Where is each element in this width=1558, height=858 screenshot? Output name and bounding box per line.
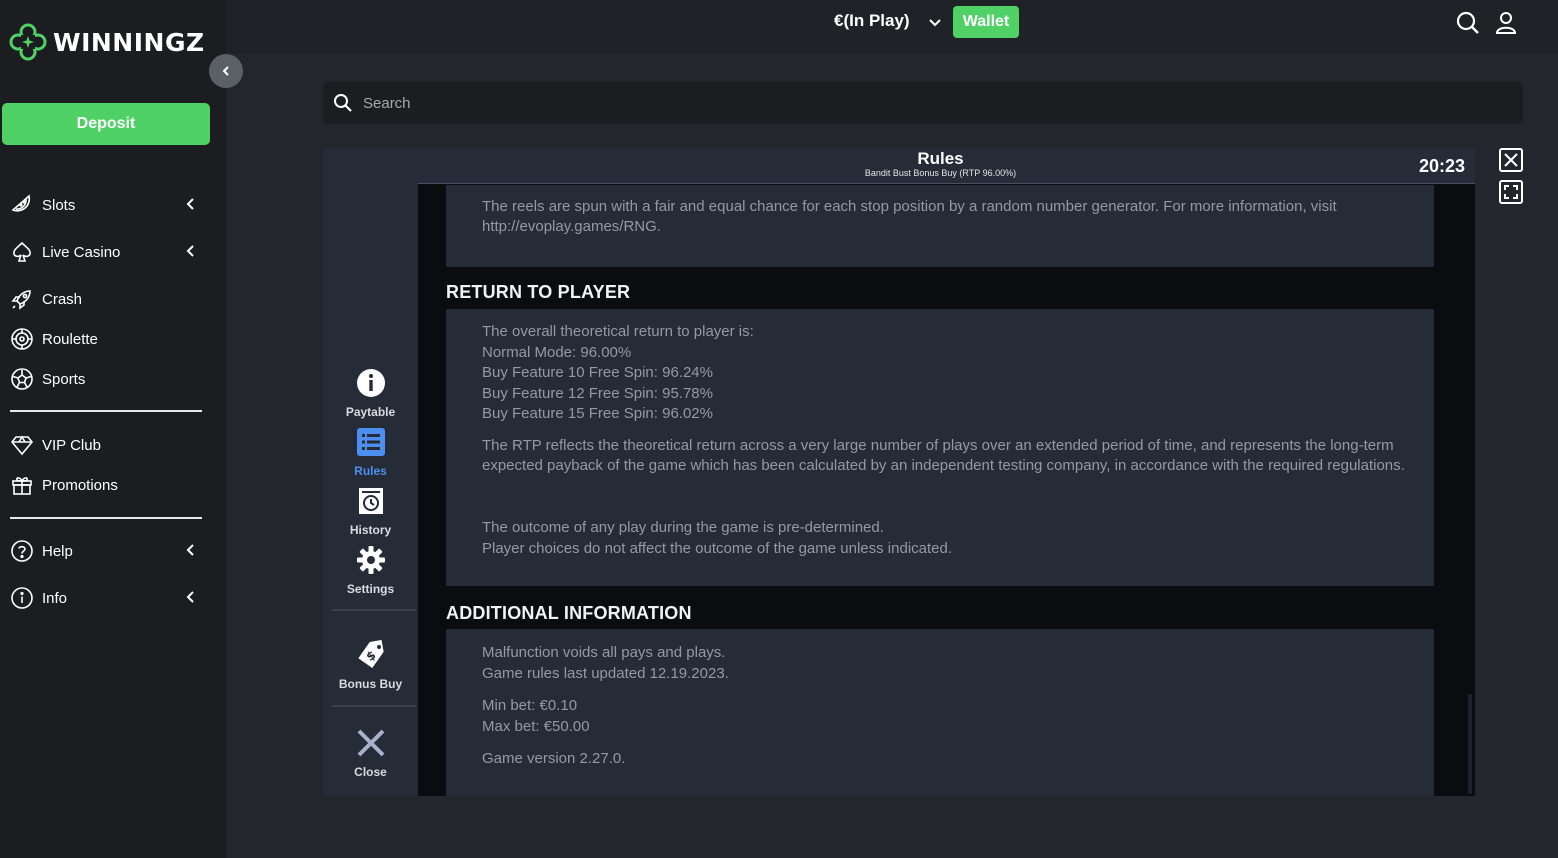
- wallet-button[interactable]: Wallet: [953, 6, 1019, 38]
- rng-text: The reels are spun with a fair and equal…: [482, 198, 1337, 236]
- sidebar-item-label: Help: [42, 542, 73, 560]
- outcome-line: The outcome of any play during the game …: [482, 519, 884, 536]
- additional-section-title: ADDITIONAL INFORMATION: [446, 603, 692, 623]
- sidebar-item-promotions[interactable]: Promotions: [10, 471, 202, 499]
- top-bar: €(In Play) Wallet: [226, 0, 1558, 54]
- sidebar-item-label: Info: [42, 589, 68, 607]
- search-input[interactable]: [363, 94, 1463, 112]
- sidebar-item-roulette[interactable]: Roulette: [10, 325, 202, 353]
- rtp-explanation: The RTP reflects the theoretical return …: [482, 437, 1405, 475]
- sidebar-item-crash[interactable]: Crash: [10, 285, 202, 313]
- user-icon[interactable]: [1494, 10, 1518, 36]
- rules-scrollbar[interactable]: [1468, 694, 1472, 794]
- diamond-icon: [10, 433, 34, 457]
- gear-icon: [356, 546, 385, 574]
- chevron-left-icon: [186, 591, 194, 603]
- game-menu-settings[interactable]: Settings: [323, 545, 418, 596]
- soccer-ball-icon: [10, 367, 34, 391]
- fullscreen-icon: [1504, 185, 1518, 199]
- game-menu-label: Paytable: [345, 405, 396, 419]
- sidebar-collapse-button[interactable]: [209, 54, 243, 88]
- rocket-icon: [10, 287, 34, 311]
- list-icon: [356, 428, 385, 456]
- price-tag-icon: $: [357, 639, 384, 668]
- rules-title: Rules: [917, 149, 964, 168]
- game-menu-label: History: [349, 523, 392, 537]
- sidebar-item-sports[interactable]: Sports: [10, 365, 202, 393]
- clover-logo-icon: [9, 23, 47, 61]
- info-line: Game rules last updated 12.19.2023.: [482, 664, 729, 682]
- game-version: Game version 2.27.0.: [482, 750, 626, 767]
- rtp-section-title: RETURN TO PLAYER: [446, 282, 631, 302]
- question-icon: [10, 539, 34, 563]
- game-menu-close[interactable]: Close: [323, 728, 418, 779]
- chevron-left-icon: [222, 66, 229, 76]
- spade-icon: [10, 240, 34, 264]
- info-icon: [10, 586, 34, 610]
- game-menu-paytable[interactable]: Paytable: [323, 368, 418, 419]
- chevron-left-icon: [186, 544, 194, 556]
- sidebar-item-vip-club[interactable]: VIP Club: [10, 431, 202, 459]
- sidebar-item-label: Promotions: [42, 476, 118, 494]
- chevron-down-icon[interactable]: [928, 16, 942, 30]
- rtp-line: Buy Feature 15 Free Spin: 96.02%: [482, 405, 713, 422]
- sidebar-item-live-casino[interactable]: Live Casino: [10, 238, 202, 266]
- sidebar-item-label: Live Casino: [42, 243, 121, 261]
- game-menu-label: Close: [354, 765, 387, 779]
- info-circle-icon: [356, 369, 385, 397]
- game-menu-history[interactable]: History: [323, 486, 418, 537]
- game-menu: Paytable Rules History Settings $ Bonus …: [323, 148, 418, 796]
- rules-header: Rules Bandit Bust Bonus Buy (RTP 96.00%)…: [418, 148, 1475, 184]
- game-clock: 20:23: [1418, 156, 1465, 176]
- game-menu-divider: [332, 705, 416, 707]
- roulette-icon: [10, 327, 34, 351]
- game-menu-label: Rules: [354, 464, 387, 478]
- fullscreen-button[interactable]: [1499, 180, 1523, 204]
- sidebar-item-label: Roulette: [42, 330, 98, 348]
- gift-icon: [10, 473, 34, 497]
- rtp-line: Normal Mode: 96.00%: [482, 343, 632, 361]
- sidebar-item-label: Sports: [42, 370, 86, 388]
- game-menu-divider: [332, 609, 416, 611]
- balance-display[interactable]: €(In Play): [834, 11, 910, 31]
- sidebar-item-info[interactable]: Info: [10, 584, 202, 612]
- info-line: Malfunction voids all pays and plays.: [482, 644, 726, 661]
- bet-line: Max bet: €50.00: [482, 717, 590, 735]
- rtp-line: Buy Feature 10 Free Spin: 96.24%: [482, 364, 713, 381]
- search-icon: [334, 94, 352, 112]
- rtp-line: The overall theoretical return to player…: [482, 323, 754, 340]
- sidebar-item-label: Slots: [42, 196, 76, 214]
- sidebar-item-label: Crash: [42, 290, 83, 308]
- sidebar-item-help[interactable]: Help: [10, 537, 202, 565]
- game-menu-rules[interactable]: Rules: [323, 427, 418, 478]
- sidebar-item-label: VIP Club: [42, 436, 101, 454]
- game-frame: Paytable Rules History Settings $ Bonus …: [323, 148, 1475, 796]
- search-icon[interactable]: [1455, 10, 1481, 36]
- search-bar: [323, 82, 1523, 124]
- close-icon: [1504, 153, 1518, 167]
- deposit-button[interactable]: Deposit: [2, 103, 210, 145]
- outcome-line: Player choices do not affect the outcome…: [482, 539, 953, 557]
- close-game-button[interactable]: [1499, 148, 1523, 172]
- rtp-panel: The overall theoretical return to player…: [446, 309, 1434, 586]
- rng-panel: The reels are spun with a fair and equal…: [446, 185, 1434, 267]
- watermelon-icon: [10, 193, 34, 217]
- brand-name: WINNINGZ: [53, 27, 205, 57]
- game-menu-label: Bonus Buy: [338, 677, 403, 691]
- sidebar: WINNINGZ Deposit Slots Live Casino Crash…: [0, 0, 226, 858]
- history-icon: [358, 488, 383, 514]
- brand-logo[interactable]: WINNINGZ: [8, 22, 205, 62]
- additional-panel: Malfunction voids all pays and plays. Ga…: [446, 629, 1434, 796]
- bet-line: Min bet: €0.10: [482, 697, 578, 714]
- close-icon: [357, 729, 384, 757]
- rules-subtitle: Bandit Bust Bonus Buy (RTP 96.00%): [864, 168, 1017, 178]
- sidebar-item-slots[interactable]: Slots: [10, 191, 202, 219]
- game-menu-bonus-buy[interactable]: $ Bonus Buy: [323, 639, 418, 691]
- rtp-line: Buy Feature 12 Free Spin: 95.78%: [482, 384, 713, 402]
- chevron-left-icon: [186, 198, 194, 210]
- game-menu-label: Settings: [346, 582, 395, 596]
- chevron-left-icon: [186, 245, 194, 257]
- sidebar-divider: [10, 517, 202, 519]
- sidebar-divider: [10, 410, 202, 412]
